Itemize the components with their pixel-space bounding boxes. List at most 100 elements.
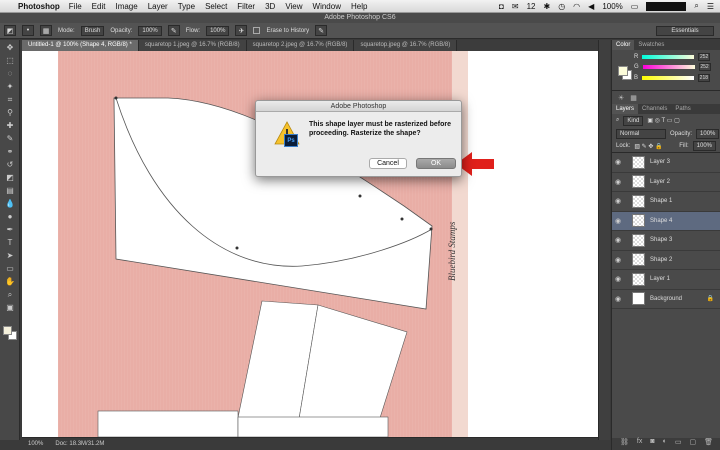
blur-tool-icon[interactable]: 💧 — [3, 198, 17, 209]
g-slider[interactable] — [642, 64, 695, 69]
g-value[interactable]: 252 — [698, 62, 711, 71]
adjustment-layer-icon[interactable]: ◐ — [663, 438, 667, 450]
gradient-tool-icon[interactable]: ▤ — [3, 185, 17, 196]
menu-view[interactable]: View — [285, 2, 302, 11]
styles-icon[interactable]: ▦ — [630, 94, 637, 102]
layer-row[interactable]: ◉ Shape 2 — [612, 251, 720, 270]
visibility-eye-icon[interactable]: ◉ — [612, 178, 624, 186]
tab-channels[interactable]: Channels — [638, 104, 671, 114]
history-brush-tool-icon[interactable]: ↺ — [3, 159, 17, 170]
menu-app-name[interactable]: Photoshop — [18, 2, 60, 11]
layer-row[interactable]: ◉ Layer 3 — [612, 153, 720, 173]
tab-squaretop[interactable]: squaretop.jpeg @ 16.7% (RGB/8) — [354, 40, 458, 51]
lock-icons[interactable]: ▧ ✎ ✥ 🔒 — [634, 143, 662, 150]
visibility-eye-icon[interactable]: ◉ — [612, 275, 624, 283]
layer-row[interactable]: ◉ Layer 1 — [612, 270, 720, 290]
workspace-select[interactable]: Essentials — [656, 25, 714, 36]
spotlight-icon[interactable]: ⌕ — [694, 1, 698, 11]
delete-icon[interactable]: 🗑 — [704, 438, 713, 450]
visibility-eye-icon[interactable]: ◉ — [612, 217, 624, 225]
menu-filter[interactable]: Filter — [237, 2, 255, 11]
volume-icon[interactable]: ◀ — [588, 2, 594, 11]
crop-tool-icon[interactable]: ⌗ — [3, 94, 17, 105]
battery-icon[interactable]: ▭ — [631, 2, 639, 11]
menu-type[interactable]: Type — [178, 2, 195, 11]
eraser-tool-icon[interactable]: ◩ — [3, 172, 17, 183]
tab-untitled-1[interactable]: Untitled-1 @ 100% (Shape 4, RGB/8) * — [22, 40, 139, 51]
quick-select-tool-icon[interactable]: ✦ — [3, 81, 17, 92]
menu-image[interactable]: Image — [115, 2, 137, 11]
brush-preset-icon[interactable]: • — [22, 25, 34, 36]
pen-tool-icon[interactable]: ✒ — [3, 224, 17, 235]
brush-panel-icon[interactable]: ▦ — [40, 25, 52, 36]
menu-edit[interactable]: Edit — [92, 2, 106, 11]
visibility-eye-icon[interactable]: ◉ — [612, 236, 624, 244]
flow-field[interactable]: 100% — [206, 25, 230, 36]
bluetooth-icon[interactable]: ✱ — [543, 2, 550, 11]
opacity-field[interactable]: 100% — [138, 25, 162, 36]
zoom-tool-icon[interactable]: ⌕ — [3, 289, 17, 300]
r-slider[interactable] — [642, 55, 695, 59]
layer-row[interactable]: ◉ Shape 3 — [612, 231, 720, 251]
lock-icon[interactable]: 🔒 — [707, 295, 714, 302]
b-slider[interactable] — [642, 75, 695, 80]
cancel-button[interactable]: Cancel — [369, 158, 407, 169]
pressure-size-icon[interactable]: ✎ — [315, 25, 328, 36]
menu-window[interactable]: Window — [313, 2, 341, 11]
tab-squaretop-1[interactable]: squaretop 1.jpeg @ 16.7% (RGB/8) — [138, 40, 247, 51]
eraser-tool-icon[interactable]: ◩ — [4, 25, 16, 36]
healing-tool-icon[interactable]: ✚ — [3, 120, 17, 131]
filter-type-icons[interactable]: ▣ ◎ T ▭ ▢ — [647, 117, 679, 124]
fx-icon[interactable]: fx — [637, 438, 642, 450]
doc-size[interactable]: Doc: 18.3M/31.2M — [55, 441, 104, 447]
hand-tool-icon[interactable]: ✋ — [3, 276, 17, 287]
tab-squaretop-2[interactable]: squaretop 2.jpeg @ 16.7% (RGB/8) — [246, 40, 355, 51]
fill-field[interactable]: 100% — [692, 141, 716, 151]
menu-help[interactable]: Help — [351, 2, 367, 11]
eyedropper-tool-icon[interactable]: ⚲ — [3, 107, 17, 118]
network-icon[interactable]: ✉ — [512, 2, 519, 11]
mask-icon[interactable]: ◙ — [650, 438, 654, 450]
foreground-color-swatch[interactable] — [3, 326, 12, 335]
menu-select[interactable]: Select — [205, 2, 227, 11]
type-tool-icon[interactable]: T — [3, 237, 17, 248]
layer-row-selected[interactable]: ◉ Shape 4 — [612, 211, 720, 231]
dodge-tool-icon[interactable]: ● — [3, 211, 17, 222]
b-value[interactable]: 218 — [698, 73, 711, 82]
time-machine-icon[interactable]: ◷ — [558, 2, 565, 11]
blend-mode-select[interactable]: Normal — [616, 128, 666, 139]
marquee-tool-icon[interactable]: ⬚ — [3, 55, 17, 66]
menu-3d[interactable]: 3D — [265, 2, 275, 11]
color-panel-fg-swatch[interactable] — [618, 66, 628, 76]
visibility-eye-icon[interactable]: ◉ — [612, 197, 624, 205]
adjustments-icon[interactable]: ☀ — [618, 94, 624, 102]
clone-tool-icon[interactable]: ⚭ — [3, 146, 17, 157]
layer-opacity-field[interactable]: 100% — [696, 128, 720, 139]
path-select-tool-icon[interactable]: ➤ — [3, 250, 17, 261]
mode-select[interactable]: Brush — [80, 25, 105, 36]
layer-row[interactable]: ◉ Layer 2 — [612, 173, 720, 192]
screen-mode-icon[interactable]: ▣ — [3, 302, 17, 313]
menu-file[interactable]: File — [69, 2, 82, 11]
r-value[interactable]: 252 — [698, 53, 711, 61]
group-icon[interactable]: ▭ — [675, 438, 682, 450]
move-tool-icon[interactable]: ✥ — [3, 42, 17, 53]
zoom-level[interactable]: 100% — [28, 441, 43, 447]
tab-paths[interactable]: Paths — [671, 104, 694, 114]
pressure-opacity-icon[interactable]: ✎ — [167, 25, 180, 36]
visibility-eye-icon[interactable]: ◉ — [612, 295, 624, 303]
layer-row[interactable]: ◉ Shape 1 — [612, 192, 720, 212]
link-icon[interactable]: ⛓ — [620, 438, 629, 450]
erase-history-checkbox[interactable] — [253, 27, 261, 34]
tab-swatches[interactable]: Swatches — [634, 40, 668, 50]
shape-tool-icon[interactable]: ▭ — [3, 263, 17, 274]
brush-tool-icon[interactable]: ✎ — [3, 133, 17, 144]
layer-row[interactable]: ◉ Background 🔒 — [612, 290, 720, 309]
wifi-icon[interactable]: ◠ — [573, 2, 580, 11]
visibility-eye-icon[interactable]: ◉ — [612, 256, 624, 264]
new-layer-icon[interactable]: ▢ — [689, 438, 696, 450]
tab-layers[interactable]: Layers — [612, 104, 639, 114]
lasso-tool-icon[interactable]: ◌ — [3, 68, 17, 79]
notification-icon[interactable]: ◘ — [499, 2, 504, 11]
menu-layer[interactable]: Layer — [148, 2, 168, 11]
